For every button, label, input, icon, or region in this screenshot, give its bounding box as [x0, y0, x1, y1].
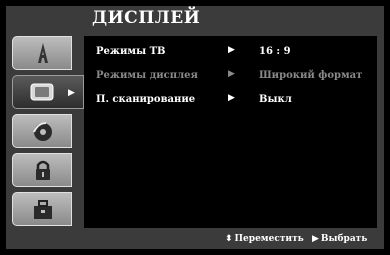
lock-tab[interactable]: [12, 153, 72, 187]
setting-row-display-mode: Режимы дисплея ▶ Широкий формат: [84, 66, 377, 86]
setting-label: Режимы дисплея: [96, 70, 198, 81]
category-sidebar: ▶: [12, 36, 84, 228]
arrow-right-icon: ▶: [228, 69, 235, 79]
up-down-arrows-icon: ⬍: [225, 234, 233, 244]
setting-label: П. сканирование: [96, 94, 196, 105]
arrow-right-icon: ▶: [228, 93, 235, 103]
setting-row-tv-mode[interactable]: Режимы ТВ ▶ 16 : 9: [84, 42, 377, 62]
letter-a-icon: [38, 43, 48, 63]
others-tab[interactable]: [12, 192, 72, 226]
setting-value: Выкл: [259, 94, 292, 105]
play-arrow-icon: ▶: [312, 234, 319, 244]
setting-label: Режимы ТВ: [96, 46, 166, 57]
select-hint-label: Выбрать: [320, 234, 368, 244]
padlock-icon: [36, 160, 50, 180]
help-bar: ⬍ Переместить ▶ Выбрать: [6, 231, 384, 249]
tv-screen-icon: [30, 83, 54, 101]
arrow-right-icon: ▶: [228, 45, 235, 55]
toolbox-icon: [34, 200, 52, 219]
move-hint-label: Переместить: [234, 234, 304, 244]
disc-icon: [33, 122, 52, 141]
setting-row-progressive-scan[interactable]: П. сканирование ▶ Выкл: [84, 90, 377, 110]
menu-title: ДИСПЛЕЙ: [92, 8, 201, 28]
dvd-setup-screen: ДИСПЛЕЙ ▶ Режимы ТВ ▶ 16: 9 Режимы дисп…: [0, 0, 390, 255]
language-tab[interactable]: [12, 36, 72, 70]
audio-tab[interactable]: [12, 114, 72, 148]
setting-value: 16 : 9: [259, 46, 291, 57]
move-hint: ⬍ Переместить: [225, 234, 304, 244]
settings-panel: Режимы ТВ ▶ 16 : 9 Режимы дисплея ▶ Широ…: [84, 36, 377, 228]
setting-value: Широкий формат: [259, 70, 363, 81]
display-tab[interactable]: ▶: [12, 75, 84, 109]
active-tab-caret-icon: ▶: [68, 88, 75, 98]
select-hint: ▶ Выбрать: [312, 234, 367, 244]
